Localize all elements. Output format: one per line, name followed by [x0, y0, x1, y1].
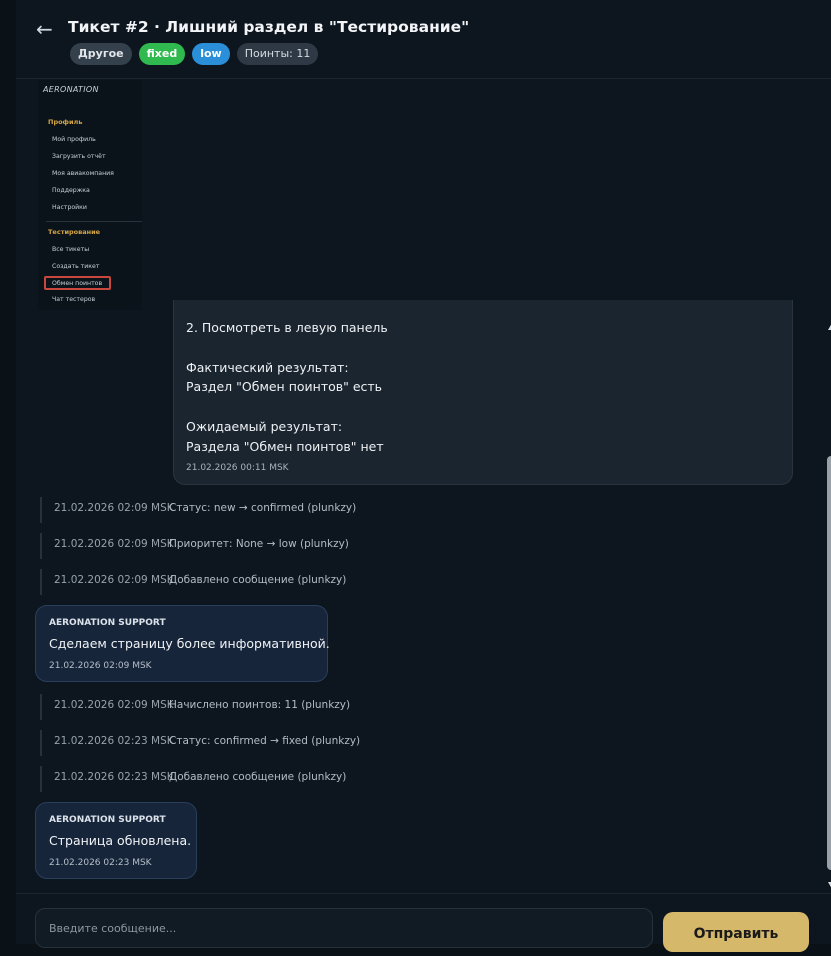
attachment-item: Загрузить отчёт — [52, 153, 106, 160]
message-line: Раздела "Обмен поинтов" нет — [186, 439, 384, 454]
message-time: 21.02.2026 00:11 MSK — [186, 463, 289, 473]
attachment-item: Поддержка — [52, 187, 90, 194]
message-text: Сделаем страницу более информативной. — [49, 636, 330, 651]
event-row: 21.02.2026 02:23 MSK Статус: confirmed →… — [40, 730, 360, 756]
attachment-item: Все тикеты — [52, 246, 90, 253]
event-row: 21.02.2026 02:09 MSK Начислено поинтов: … — [40, 694, 350, 720]
event-text: Статус: confirmed → fixed (plunkzy) — [169, 735, 361, 747]
attachment-section-profile: Профиль — [48, 118, 83, 126]
composer-divider — [16, 893, 831, 894]
scrollbar-thumb[interactable] — [827, 456, 831, 870]
message-line: 2. Посмотреть в левую панель — [186, 320, 388, 335]
attachment-item: Мой профиль — [52, 136, 96, 143]
event-row: 21.02.2026 02:09 MSK Добавлено сообщение… — [40, 569, 346, 595]
priority-badge: low — [192, 43, 230, 65]
messages-scrollbar[interactable] — [825, 319, 831, 893]
send-button[interactable]: Отправить — [663, 912, 809, 952]
points-badge: Поинты: 11 — [236, 43, 319, 65]
attachment-divider — [46, 221, 142, 222]
message-text: Страница обновлена. — [49, 833, 192, 848]
event-time: 21.02.2026 02:23 MSK — [54, 771, 174, 783]
user-message: 2. Посмотреть в левую панель Фактический… — [173, 300, 793, 485]
message-line: Фактический результат: — [186, 360, 349, 375]
category-badge: Другое — [70, 43, 132, 65]
event-text: Добавлено сообщение (plunkzy) — [169, 574, 347, 586]
message-time: 21.02.2026 02:23 MSK — [49, 858, 152, 868]
event-row: 21.02.2026 02:23 MSK Добавлено сообщение… — [40, 766, 346, 792]
message-time: 21.02.2026 02:09 MSK — [49, 661, 152, 671]
event-text: Приоритет: None → low (plunkzy) — [169, 538, 349, 550]
attachment-logo: AERONATION — [43, 85, 99, 94]
attachment-screenshot[interactable]: AERONATION Профиль Мой профиль Загрузить… — [38, 80, 142, 310]
message-line: Ожидаемый результат: — [186, 419, 343, 434]
event-text: Статус: new → confirmed (plunkzy) — [169, 502, 357, 514]
status-badge: fixed — [138, 43, 186, 65]
attachment-item: Настройки — [52, 204, 87, 211]
event-time: 21.02.2026 02:23 MSK — [54, 735, 174, 747]
arrow-left-icon[interactable]: ← — [36, 17, 53, 41]
event-time: 21.02.2026 02:09 MSK — [54, 574, 174, 586]
message-line: Раздел "Обмен поинтов" есть — [186, 379, 383, 394]
ticket-badges: Другое fixed low Поинты: 11 — [70, 43, 319, 65]
ticket-panel: ← Тикет #2 · Лишний раздел в "Тестирован… — [16, 0, 831, 952]
ticket-header: ← Тикет #2 · Лишний раздел в "Тестирован… — [16, 0, 831, 79]
event-time: 21.02.2026 02:09 MSK — [54, 699, 174, 711]
message-author: AERONATION SUPPORT — [49, 815, 166, 825]
attachment-item: Создать тикет — [52, 263, 100, 270]
attachment-item: Моя авиакомпания — [52, 170, 114, 177]
message-author: AERONATION SUPPORT — [49, 618, 166, 628]
event-row: 21.02.2026 02:09 MSK Приоритет: None → l… — [40, 533, 349, 559]
event-row: 21.02.2026 02:09 MSK Статус: new → confi… — [40, 497, 356, 523]
attachment-section-testing: Тестирование — [48, 228, 101, 236]
support-message: AERONATION SUPPORT Страница обновлена. 2… — [35, 802, 197, 879]
event-time: 21.02.2026 02:09 MSK — [54, 502, 174, 514]
ticket-title: Тикет #2 · Лишний раздел в "Тестирование… — [68, 18, 470, 36]
message-input[interactable] — [35, 908, 653, 948]
event-time: 21.02.2026 02:09 MSK — [54, 538, 174, 550]
event-text: Начислено поинтов: 11 (plunkzy) — [169, 699, 351, 711]
attachment-item: Чат тестеров — [52, 296, 96, 303]
support-message: AERONATION SUPPORT Сделаем страницу боле… — [35, 605, 330, 682]
highlight-box — [44, 276, 111, 290]
event-text: Добавлено сообщение (plunkzy) — [169, 771, 347, 783]
